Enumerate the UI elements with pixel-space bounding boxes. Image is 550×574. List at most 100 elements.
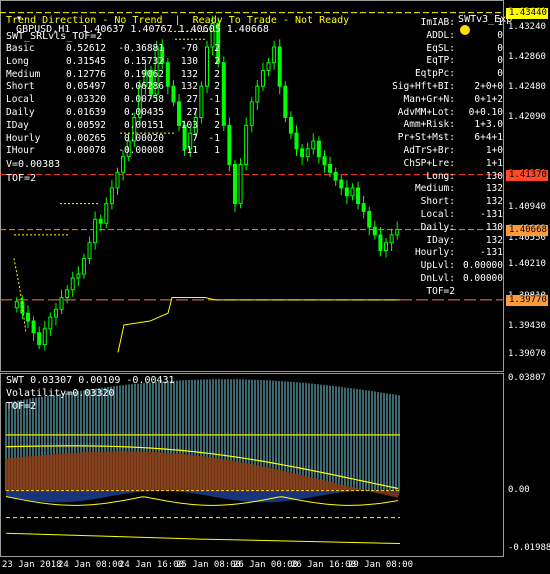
time-axis-label: 25 Jan 08:00	[176, 560, 242, 570]
time-axis-label: 23 Jan 2018	[2, 560, 62, 570]
right-table-label: IDay:	[426, 234, 455, 246]
right-table-row: Amm+Risk: 1+3.0	[392, 119, 503, 132]
status-line: Trend Direction - No Trend | Ready To Tr…	[6, 15, 350, 26]
price-tag: 1.43440	[506, 7, 548, 19]
signal-line	[117, 297, 400, 353]
right-table-value: -131	[480, 247, 503, 259]
left-table-v1: 0.00592	[65, 119, 106, 131]
candle-body	[361, 203, 366, 212]
right-table-label: Amm+Risk:	[403, 119, 455, 131]
candle-body	[221, 62, 226, 126]
left-table-row: Long 0.31545 0.15732 130 2	[6, 56, 220, 69]
left-table-row: Hourly 0.00265 0.00020 7 -1	[6, 133, 220, 146]
right-table-row: EqtpPc: 0	[392, 68, 503, 81]
right-table-label: AdvMM+Lot:	[397, 106, 455, 118]
candle-body	[328, 163, 333, 173]
candle-body	[294, 132, 299, 150]
right-table-value: 0+0.10	[468, 106, 503, 118]
left-info-table: Basic 0.52612 -0.36881 -70 2 Long 0.31545 0.157…	[6, 43, 220, 158]
right-table-row: ChSP+Lre: 1+1	[392, 158, 503, 171]
indicator-name: SWT_SRLvls_TOF=2	[6, 31, 103, 42]
volatility-label: Volatility=0.03320	[6, 388, 115, 399]
right-table-label: Local:	[420, 208, 455, 220]
candle-body	[244, 124, 249, 165]
right-table-label: EqSL:	[426, 42, 455, 54]
right-table-value: 0.00000	[462, 272, 503, 284]
candle-body	[59, 297, 64, 310]
swt-axis-label: 0.03807	[508, 373, 546, 383]
left-table-v2: -0.00008	[118, 145, 164, 157]
price-axis-label: 1.42480	[508, 81, 546, 92]
candle-body	[322, 156, 327, 165]
left-table-v1: 0.12776	[65, 68, 106, 80]
time-axis-label: 29 Jan 08:00	[348, 560, 414, 570]
candle-body	[70, 277, 75, 291]
right-table-value: 1+3.0	[474, 119, 503, 131]
right-table-row: Medium: 132	[392, 183, 503, 196]
left-table-v3: 27	[186, 94, 198, 106]
right-table-value: 0	[497, 29, 503, 41]
left-table-v4: -1	[208, 132, 220, 144]
time-axis-label: 24 Jan 08:00	[58, 560, 124, 570]
left-table-v3: 132	[180, 68, 198, 80]
right-table-value: 2+0+0	[474, 80, 503, 92]
price-tag: 1.40668	[506, 224, 548, 236]
right-table-row: ADDL: 0	[392, 30, 503, 43]
left-table-v3: 132	[180, 81, 198, 93]
price-axis-label: 1.39070	[508, 348, 546, 359]
right-table-label: TOF=2	[426, 285, 455, 297]
left-table-v3: 27	[186, 106, 198, 118]
negative-area	[6, 490, 400, 503]
right-table-value: 130	[485, 221, 503, 233]
time-axis-label: 26 Jan 16:00	[291, 560, 357, 570]
right-table-row: Pr+St+Mst: 6+4+1	[392, 132, 503, 145]
price-tag: 1.39770	[506, 294, 548, 306]
right-table-row: EqTP: 0	[392, 55, 503, 68]
right-table-label: DnLvl:	[420, 272, 455, 284]
candle-body	[53, 308, 58, 318]
left-table-v4: 2	[214, 68, 220, 80]
swt-header: SWT 0.03307 0.00109 -0.00431	[6, 375, 175, 386]
right-table-label: Pr+St+Mst:	[397, 132, 455, 144]
candle-body	[260, 70, 265, 87]
candle-body	[311, 140, 316, 150]
time-axis-label: 24 Jan 16:00	[119, 560, 185, 570]
candle-body	[350, 187, 355, 197]
left-table-v3: 130	[180, 55, 198, 67]
left-table-v4: 2	[214, 119, 220, 131]
right-table-label: Man+Gr+N:	[403, 93, 455, 105]
right-table-value: 0.00000	[462, 260, 503, 272]
candle-body	[266, 62, 271, 72]
candle-body	[93, 218, 98, 244]
candle-body	[238, 163, 243, 205]
right-table-row: IDay: 132	[392, 235, 503, 248]
right-table-row: Sig+Hft+BI: 2+0+0	[392, 81, 503, 94]
left-table-row: Basic 0.52612 -0.36881 -70 2	[6, 43, 220, 56]
left-table-label: IHour	[6, 145, 35, 157]
right-table-value: -131	[480, 208, 503, 220]
right-table-label: Sig+Hft+BI:	[392, 80, 455, 92]
price-axis-label: 1.40940	[508, 202, 546, 213]
time-axis-label: 26 Jan 00:00	[233, 560, 299, 570]
right-table-label: Medium:	[414, 183, 455, 195]
left-table-v3: 7	[192, 132, 198, 144]
candle-body	[121, 156, 126, 173]
right-table-label: AdTrS+Br:	[403, 144, 455, 156]
left-table-label: Local	[6, 94, 35, 106]
left-table-label: IDay	[6, 119, 29, 131]
right-table-row: AdvMM+Lot: 0+0.10	[392, 107, 503, 120]
right-table-value: 132	[485, 183, 503, 195]
right-table-row: UpLvl: 0.00000	[392, 260, 503, 273]
right-table-row: Daily: 130	[392, 222, 503, 235]
left-table-v4: 1	[214, 106, 220, 118]
right-table-value: 0	[497, 68, 503, 80]
right-table-value: 1+0	[485, 144, 503, 156]
left-table-v1: 0.31545	[65, 55, 106, 67]
right-table-value: 132	[485, 196, 503, 208]
swt-chart[interactable]	[0, 373, 504, 557]
candle-body	[25, 312, 30, 322]
left-table-v2: 0.00020	[123, 132, 164, 144]
left-table-v2: 0.00758	[123, 94, 164, 106]
left-table-v1: 0.03320	[65, 94, 106, 106]
left-table-v1: 0.00078	[65, 145, 106, 157]
